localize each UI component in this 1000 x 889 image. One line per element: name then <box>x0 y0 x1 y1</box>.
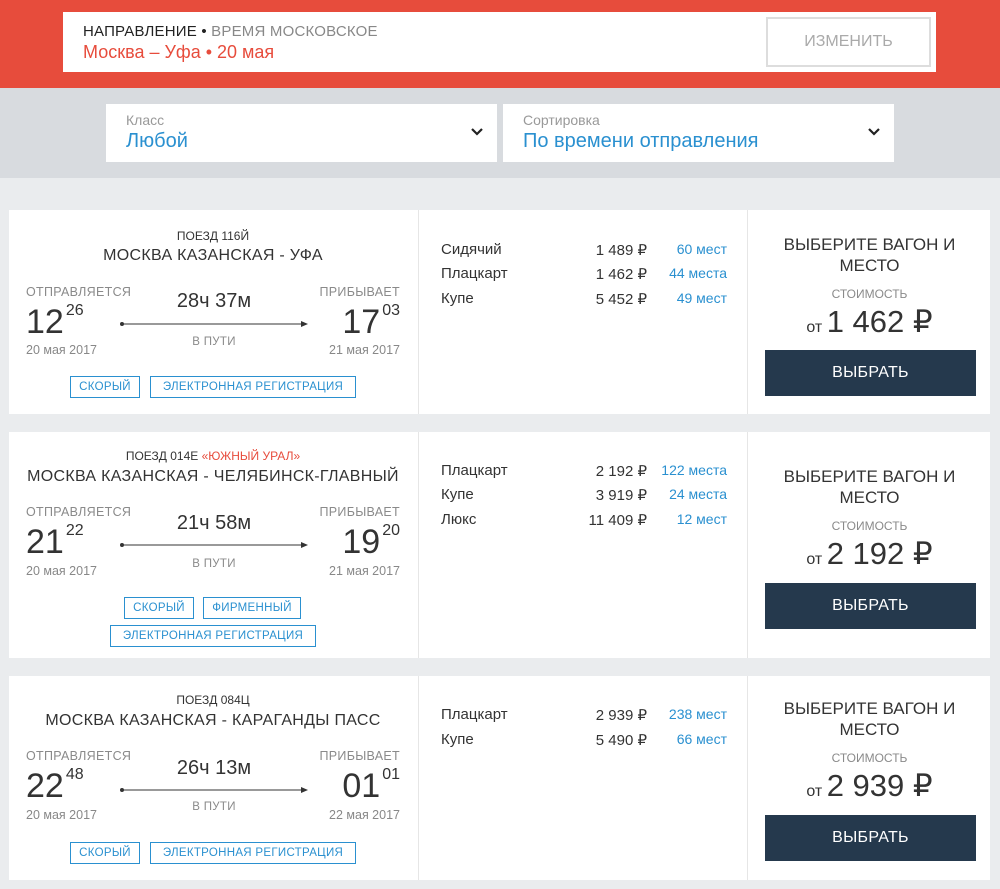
train-number-text: ПОЕЗД 116Й <box>176 229 250 243</box>
tag-fast: СКОРЫЙ <box>70 842 140 864</box>
header-band: НАПРАВЛЕНИЕ • ВРЕМЯ МОСКОВСКОЕ Москва – … <box>0 0 1000 88</box>
train-card: ПОЕЗД 084Ц МОСКВА КАЗАНСКАЯ - КАРАГАНДЫ … <box>9 676 990 880</box>
cost-caption: СТОИМОСТЬ <box>831 287 908 301</box>
tag-e-registration: ЭЛЕКТРОННАЯ РЕГИСТРАЦИЯ <box>150 842 356 864</box>
seat-row[interactable]: Плацкарт 2 192 ₽122 места <box>419 462 747 486</box>
price-panel: ВЫБЕРИТЕ ВАГОН И МЕСТО СТОИМОСТЬ от 1 46… <box>747 210 990 414</box>
departure-date: 20 мая 2017 <box>26 808 97 822</box>
train-info: ПОЕЗД 084Ц МОСКВА КАЗАНСКАЯ - КАРАГАНДЫ … <box>9 676 417 880</box>
seat-row[interactable]: Люкс 11 409 ₽12 мест <box>419 511 747 535</box>
train-route: МОСКВА КАЗАНСКАЯ - УФА <box>103 247 323 264</box>
departs-caption: ОТПРАВЛЯЕТСЯ <box>26 749 132 763</box>
en-route-caption: В ПУТИ <box>192 558 236 570</box>
class-select[interactable]: Класс Любой <box>106 104 497 162</box>
class-select-label: Класс <box>126 112 165 128</box>
price-panel: ВЫБЕРИТЕ ВАГОН И МЕСТО СТОИМОСТЬ от 2 93… <box>747 676 990 880</box>
select-button[interactable]: ВЫБРАТЬ <box>765 815 976 861</box>
departure-time: 22 48 <box>26 766 84 805</box>
tag-e-registration: ЭЛЕКТРОННАЯ РЕГИСТРАЦИЯ <box>110 625 316 647</box>
tag-fast: СКОРЫЙ <box>124 597 194 619</box>
direction-box: НАПРАВЛЕНИЕ • ВРЕМЯ МОСКОВСКОЕ Москва – … <box>63 12 936 72</box>
sort-select-value: По времени отправления <box>523 130 759 152</box>
seat-types: Плацкарт 2 192 ₽122 места Купе 3 919 ₽24 м… <box>418 432 746 658</box>
arrival-time: 01 01 <box>342 766 400 805</box>
min-price: от 2 192 ₽ <box>806 536 933 571</box>
select-button[interactable]: ВЫБРАТЬ <box>765 583 976 629</box>
seat-row[interactable]: Купе 5 452 ₽49 мест <box>419 290 747 314</box>
train-route: МОСКВА КАЗАНСКАЯ - КАРАГАНДЫ ПАСС <box>45 712 381 729</box>
train-name: «ЮЖНЫЙ УРАЛ» <box>201 449 301 463</box>
select-button[interactable]: ВЫБРАТЬ <box>765 350 976 396</box>
train-number: ПОЕЗД 116Й <box>9 229 417 243</box>
seat-row[interactable]: Плацкарт 2 939 ₽238 мест <box>419 706 747 730</box>
seat-types: Сидячий 1 489 ₽60 мест Плацкарт 1 462 ₽44 … <box>418 210 746 414</box>
seat-row[interactable]: Плацкарт 1 462 ₽44 места <box>419 265 747 289</box>
train-number-text: ПОЕЗД 084Ц <box>176 693 250 707</box>
price-panel: ВЫБЕРИТЕ ВАГОН И МЕСТО СТОИМОСТЬ от 2 19… <box>747 432 990 658</box>
arrives-caption: ПРИБЫВАЕТ <box>319 749 400 763</box>
arrow-icon <box>120 321 308 327</box>
seat-row[interactable]: Купе 3 919 ₽24 места <box>419 486 747 510</box>
sort-select-label: Сортировка <box>523 112 600 128</box>
min-price: от 2 939 ₽ <box>806 768 933 803</box>
timezone-note: ВРЕМЯ МОСКОВСКОЕ <box>211 23 378 40</box>
en-route-caption: В ПУТИ <box>192 801 236 813</box>
arrival-date: 22 мая 2017 <box>329 808 400 822</box>
direction-caption: НАПРАВЛЕНИЕ • ВРЕМЯ МОСКОВСКОЕ <box>83 23 378 40</box>
cost-caption: СТОИМОСТЬ <box>831 751 908 765</box>
chevron-down-icon <box>471 128 483 136</box>
trip-duration: 26ч 13м <box>176 757 252 779</box>
trip-duration: 28ч 37м <box>176 290 252 312</box>
en-route-caption: В ПУТИ <box>192 336 236 348</box>
class-select-value: Любой <box>126 130 188 152</box>
train-route: МОСКВА КАЗАНСКАЯ - ЧЕЛЯБИНСК-ГЛАВНЫЙ <box>27 468 399 485</box>
arrives-caption: ПРИБЫВАЕТ <box>319 285 400 299</box>
train-number: ПОЕЗД 084Ц <box>9 693 417 707</box>
chevron-down-icon <box>868 128 880 136</box>
seat-types: Плацкарт 2 939 ₽238 мест Купе 5 490 ₽66 ме… <box>418 676 746 880</box>
train-number-text: ПОЕЗД 014Е <box>125 449 199 463</box>
tag-e-registration: ЭЛЕКТРОННАЯ РЕГИСТРАЦИЯ <box>150 376 356 398</box>
direction-label: НАПРАВЛЕНИЕ <box>83 23 197 40</box>
arrow-icon <box>120 787 308 793</box>
departs-caption: ОТПРАВЛЯЕТСЯ <box>26 285 132 299</box>
change-button[interactable]: ИЗМЕНИТЬ <box>766 17 931 67</box>
choose-car-text: ВЫБЕРИТЕ ВАГОН И МЕСТО <box>783 235 956 275</box>
train-info: ПОЕЗД 116Й МОСКВА КАЗАНСКАЯ - УФА ОТПРАВ… <box>9 210 417 414</box>
arrival-time: 17 03 <box>342 302 400 341</box>
tag-fast: СКОРЫЙ <box>70 376 140 398</box>
train-number: ПОЕЗД 014Е «ЮЖНЫЙ УРАЛ» <box>9 449 417 463</box>
train-card: ПОЕЗД 014Е «ЮЖНЫЙ УРАЛ» МОСКВА КАЗАНСКАЯ… <box>9 432 990 658</box>
cost-caption: СТОИМОСТЬ <box>831 519 908 533</box>
departure-time: 12 26 <box>26 302 84 341</box>
departure-time: 21 22 <box>26 522 84 561</box>
direction-separator: • <box>201 23 207 40</box>
departure-date: 20 мая 2017 <box>26 343 97 357</box>
filter-band: Класс Любой Сортировка По времени отправ… <box>0 88 1000 178</box>
choose-car-text: ВЫБЕРИТЕ ВАГОН И МЕСТО <box>783 467 956 507</box>
min-price: от 1 462 ₽ <box>806 304 933 339</box>
arrival-time: 19 20 <box>342 522 400 561</box>
arrival-date: 21 мая 2017 <box>329 564 400 578</box>
tag-branded: ФИРМЕННЫЙ <box>203 597 301 619</box>
seat-row[interactable]: Купе 5 490 ₽66 мест <box>419 731 747 755</box>
departs-caption: ОТПРАВЛЯЕТСЯ <box>26 505 132 519</box>
departure-date: 20 мая 2017 <box>26 564 97 578</box>
arrives-caption: ПРИБЫВАЕТ <box>319 505 400 519</box>
sort-select[interactable]: Сортировка По времени отправления <box>503 104 894 162</box>
train-card: ПОЕЗД 116Й МОСКВА КАЗАНСКАЯ - УФА ОТПРАВ… <box>9 210 990 414</box>
route-summary: Москва – Уфа • 20 мая <box>83 42 275 62</box>
choose-car-text: ВЫБЕРИТЕ ВАГОН И МЕСТО <box>783 699 956 739</box>
arrival-date: 21 мая 2017 <box>329 343 400 357</box>
seat-row[interactable]: Сидячий 1 489 ₽60 мест <box>419 241 747 265</box>
arrow-icon <box>120 542 308 548</box>
trip-duration: 21ч 58м <box>176 512 252 534</box>
train-info: ПОЕЗД 014Е «ЮЖНЫЙ УРАЛ» МОСКВА КАЗАНСКАЯ… <box>9 432 417 658</box>
